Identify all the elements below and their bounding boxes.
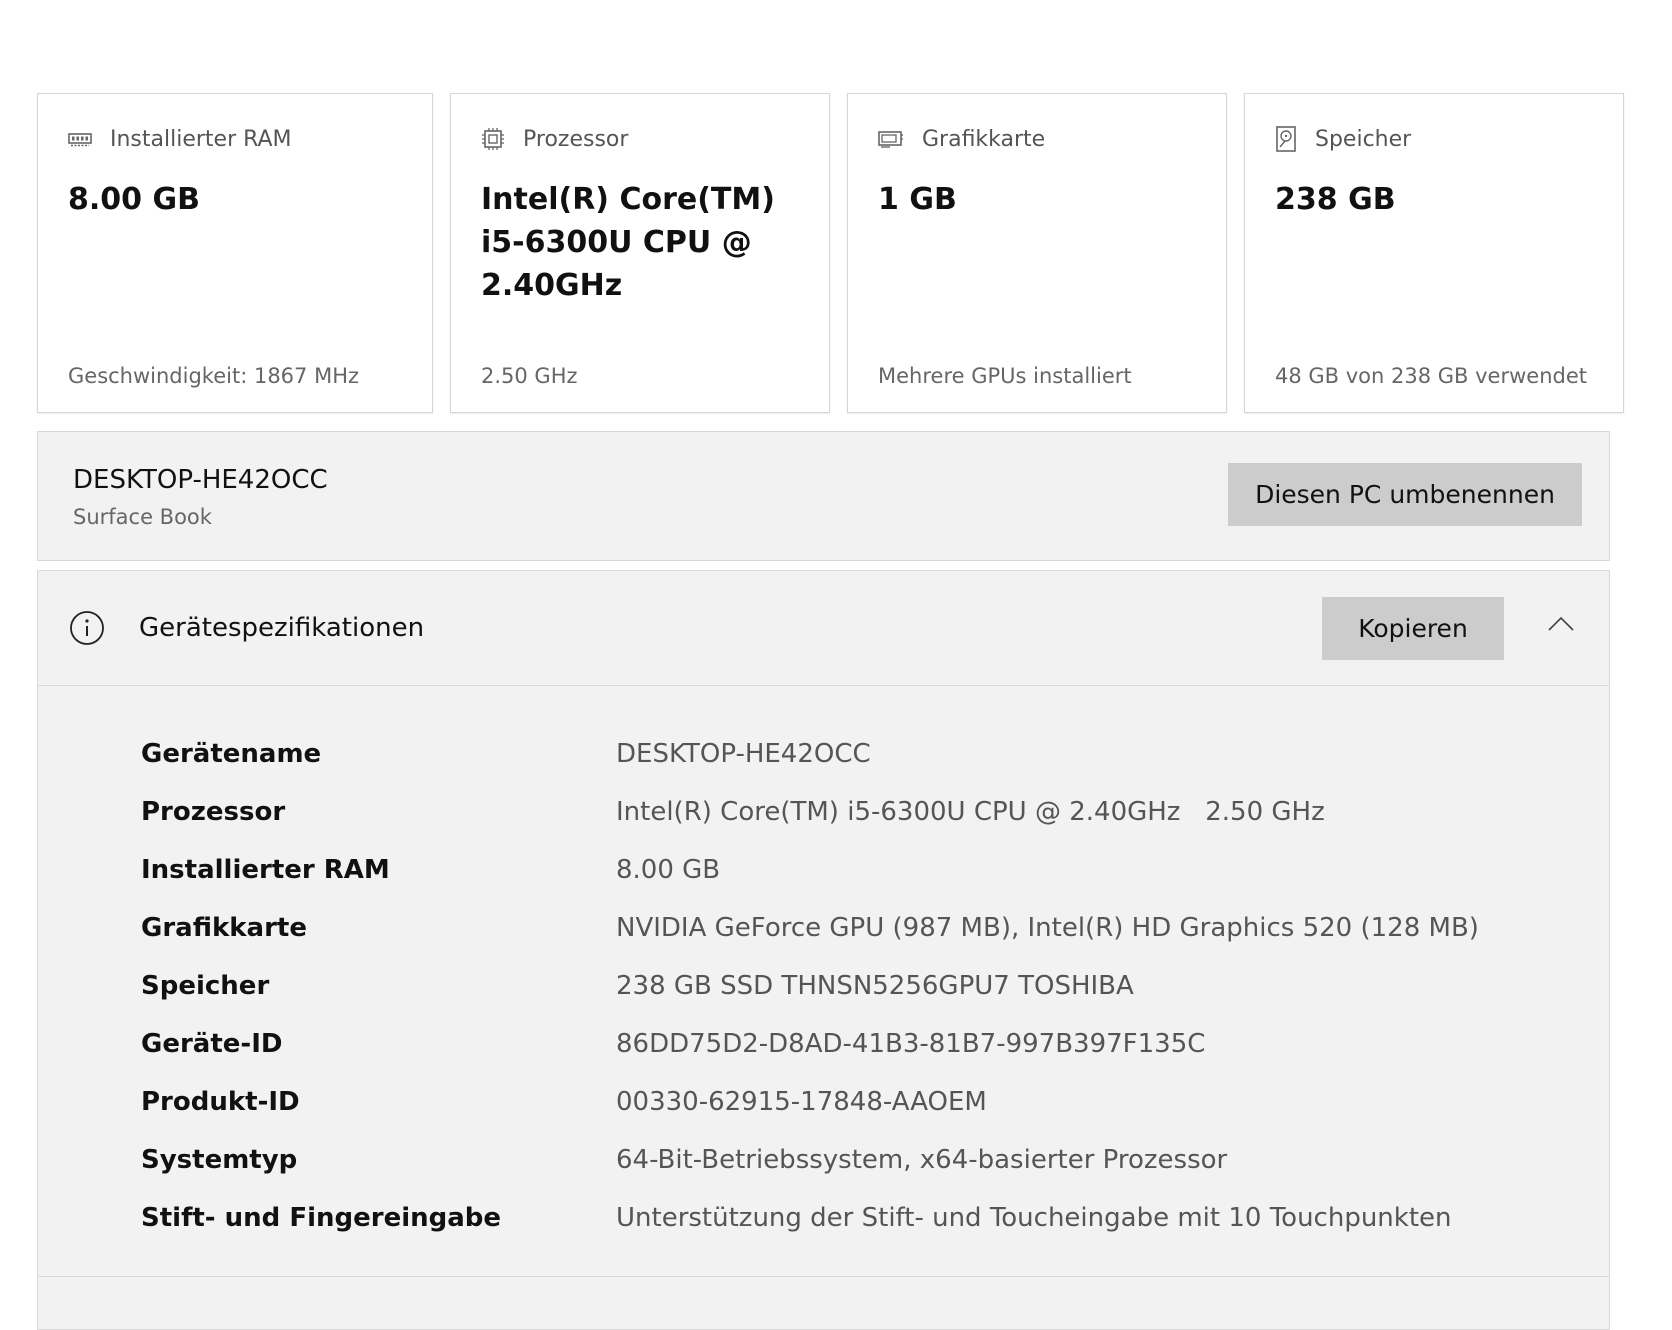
spec-value: DESKTOP-HE42OCC — [616, 739, 871, 769]
spec-label: Grafikkarte — [141, 913, 307, 943]
spec-value: Intel(R) Core(TM) i5-6300U CPU @ 2.40GHz… — [616, 797, 1325, 827]
spec-label: Systemtyp — [141, 1145, 298, 1175]
spec-row-storage: Speicher 238 GB SSD THNSN5256GPU7 TOSHIB… — [141, 966, 1581, 1006]
spec-value: Unterstützung der Stift- und Toucheingab… — [616, 1203, 1452, 1233]
spec-value: 86DD75D2-D8AD-41B3-81B7-997B397F135C — [616, 1029, 1206, 1059]
card-header: Installierter RAM — [68, 126, 292, 152]
pc-name-panel: DESKTOP-HE42OCC Surface Book Diesen PC u… — [37, 431, 1610, 561]
card-footer: 48 GB von 238 GB verwendet — [1275, 364, 1587, 388]
card-footer: Geschwindigkeit: 1867 MHz — [68, 364, 360, 388]
spec-value: 64-Bit-Betriebssystem, x64-basierter Pro… — [616, 1145, 1228, 1175]
card-label: Prozessor — [523, 126, 629, 152]
card-value: 238 GB — [1275, 182, 1396, 217]
graphics-card-icon — [878, 131, 903, 148]
processor-icon — [482, 128, 504, 150]
card-header: Grafikkarte — [878, 126, 1045, 152]
spec-label: Installierter RAM — [141, 855, 390, 885]
spec-row-device-name: Gerätename DESKTOP-HE42OCC — [141, 734, 1581, 774]
card-graphics: Grafikkarte 1 GB Mehrere GPUs installier… — [847, 93, 1227, 413]
device-specifications-panel: Gerätespezifikationen Kopieren Gerätenam… — [37, 570, 1610, 1330]
info-icon — [70, 611, 104, 645]
card-processor: Prozessor Intel(R) Core(TM) i5-6300U CPU… — [450, 93, 830, 413]
section-divider — [37, 1276, 1610, 1277]
card-footer: Mehrere GPUs installiert — [878, 364, 1132, 388]
spec-label: Prozessor — [141, 797, 286, 827]
spec-row-installed-ram: Installierter RAM 8.00 GB — [141, 850, 1581, 890]
card-footer: 2.50 GHz — [481, 364, 578, 388]
spec-label: Stift- und Fingereingabe — [141, 1203, 502, 1233]
spec-label: Geräte-ID — [141, 1029, 283, 1059]
specs-header[interactable]: Gerätespezifikationen Kopieren — [38, 571, 1609, 686]
spec-value: 00330-62915-17848-AAOEM — [616, 1087, 987, 1117]
specs-title: Gerätespezifikationen — [139, 613, 425, 643]
pc-name: DESKTOP-HE42OCC — [73, 465, 328, 495]
spec-label: Produkt-ID — [141, 1087, 300, 1117]
spec-value: 238 GB SSD THNSN5256GPU7 TOSHIBA — [616, 971, 1134, 1001]
card-label: Speicher — [1315, 126, 1412, 152]
spec-label: Speicher — [141, 971, 270, 1001]
hardware-summary-cards: Installierter RAM 8.00 GB Geschwindigkei… — [37, 93, 1624, 415]
spec-row-pen-touch: Stift- und Fingereingabe Unterstützung d… — [141, 1198, 1581, 1238]
spec-value: NVIDIA GeForce GPU (987 MB), Intel(R) HD… — [616, 913, 1479, 943]
card-header: Speicher — [1275, 126, 1411, 152]
copy-button[interactable]: Kopieren — [1322, 597, 1504, 660]
storage-icon — [1276, 126, 1296, 152]
card-storage: Speicher 238 GB 48 GB von 238 GB verwend… — [1244, 93, 1624, 413]
spec-row-graphics: Grafikkarte NVIDIA GeForce GPU (987 MB),… — [141, 908, 1581, 948]
card-label: Grafikkarte — [922, 126, 1046, 152]
card-header: Prozessor — [481, 126, 628, 152]
pc-model: Surface Book — [73, 505, 212, 529]
card-label: Installierter RAM — [110, 126, 292, 152]
chevron-up-icon[interactable] — [1546, 615, 1576, 633]
card-installed-ram: Installierter RAM 8.00 GB Geschwindigkei… — [37, 93, 433, 413]
rename-pc-button[interactable]: Diesen PC umbenennen — [1228, 463, 1582, 526]
card-value: 1 GB — [878, 182, 957, 217]
spec-label: Gerätename — [141, 739, 322, 769]
spec-row-device-id: Geräte-ID 86DD75D2-D8AD-41B3-81B7-997B39… — [141, 1024, 1581, 1064]
ram-icon — [68, 133, 92, 147]
spec-row-system-type: Systemtyp 64-Bit-Betriebssystem, x64-bas… — [141, 1140, 1581, 1180]
card-value: 8.00 GB — [68, 182, 200, 217]
spec-row-product-id: Produkt-ID 00330-62915-17848-AAOEM — [141, 1082, 1581, 1122]
card-value: Intel(R) Core(TM) i5-6300U CPU @ 2.40GHz — [481, 182, 775, 303]
spec-row-processor: Prozessor Intel(R) Core(TM) i5-6300U CPU… — [141, 792, 1581, 832]
spec-value: 8.00 GB — [616, 855, 721, 885]
